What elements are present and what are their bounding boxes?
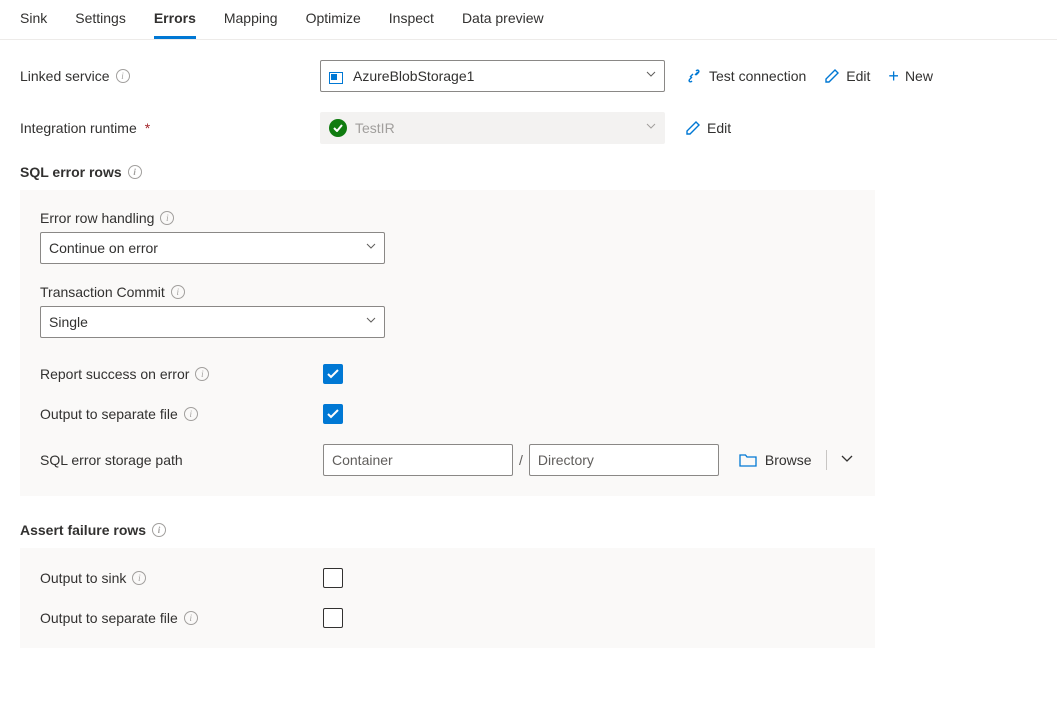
tab-sink[interactable]: Sink <box>20 10 47 39</box>
info-icon[interactable]: i <box>171 285 185 299</box>
info-icon[interactable]: i <box>160 211 174 225</box>
sql-output-separate-label: Output to separate file i <box>40 406 323 422</box>
integration-runtime-label: Integration runtime* <box>20 120 320 136</box>
report-success-checkbox[interactable] <box>323 364 343 384</box>
sql-output-separate-checkbox[interactable] <box>323 404 343 424</box>
test-connection-button[interactable]: Test connection <box>685 67 806 85</box>
assert-failure-panel: Output to sink i Output to separate file… <box>20 548 875 648</box>
edit-integration-runtime-button[interactable]: Edit <box>685 120 731 136</box>
pencil-icon <box>824 68 840 84</box>
info-icon[interactable]: i <box>195 367 209 381</box>
new-linked-service-button[interactable]: + New <box>888 67 933 85</box>
test-connection-icon <box>685 67 703 85</box>
chevron-down-icon <box>646 71 656 81</box>
output-to-sink-checkbox[interactable] <box>323 568 343 588</box>
transaction-commit-label: Transaction Commit i <box>40 284 855 300</box>
linked-service-label: Linked service i <box>20 68 320 84</box>
plus-icon: + <box>888 67 899 85</box>
chevron-down-icon <box>646 123 656 133</box>
tab-errors[interactable]: Errors <box>154 10 196 39</box>
path-separator: / <box>519 452 523 468</box>
report-success-label: Report success on error i <box>40 366 323 382</box>
assert-output-separate-checkbox[interactable] <box>323 608 343 628</box>
directory-input[interactable] <box>529 444 719 476</box>
tab-data-preview[interactable]: Data preview <box>462 10 544 39</box>
chevron-down-icon <box>366 317 376 327</box>
tab-bar: Sink Settings Errors Mapping Optimize In… <box>0 0 1057 40</box>
error-row-handling-label: Error row handling i <box>40 210 855 226</box>
azure-blob-icon <box>329 70 345 82</box>
success-check-icon <box>329 119 347 137</box>
tab-settings[interactable]: Settings <box>75 10 126 39</box>
assert-output-separate-label: Output to separate file i <box>40 610 323 626</box>
sql-error-storage-path-label: SQL error storage path <box>40 452 323 468</box>
output-to-sink-label: Output to sink i <box>40 570 323 586</box>
info-icon[interactable]: i <box>128 165 142 179</box>
tab-mapping[interactable]: Mapping <box>224 10 278 39</box>
integration-runtime-value: TestIR <box>355 120 395 136</box>
integration-runtime-dropdown[interactable]: TestIR <box>320 112 665 144</box>
container-input[interactable] <box>323 444 513 476</box>
info-icon[interactable]: i <box>152 523 166 537</box>
folder-icon <box>739 453 757 467</box>
edit-linked-service-button[interactable]: Edit <box>824 68 870 84</box>
linked-service-value: AzureBlobStorage1 <box>353 68 474 84</box>
linked-service-dropdown[interactable]: AzureBlobStorage1 <box>320 60 665 92</box>
info-icon[interactable]: i <box>184 407 198 421</box>
sql-error-rows-panel: Error row handling i Continue on error T… <box>20 190 875 496</box>
browse-button[interactable]: Browse <box>765 452 812 468</box>
info-icon[interactable]: i <box>116 69 130 83</box>
sql-error-rows-header: SQL error rows i <box>20 164 1037 180</box>
error-row-handling-dropdown[interactable]: Continue on error <box>40 232 385 264</box>
chevron-down-icon[interactable] <box>841 455 851 465</box>
tab-optimize[interactable]: Optimize <box>306 10 361 39</box>
assert-failure-header: Assert failure rows i <box>20 522 1037 538</box>
tab-inspect[interactable]: Inspect <box>389 10 434 39</box>
info-icon[interactable]: i <box>132 571 146 585</box>
pencil-icon <box>685 120 701 136</box>
chevron-down-icon <box>366 243 376 253</box>
transaction-commit-dropdown[interactable]: Single <box>40 306 385 338</box>
info-icon[interactable]: i <box>184 611 198 625</box>
